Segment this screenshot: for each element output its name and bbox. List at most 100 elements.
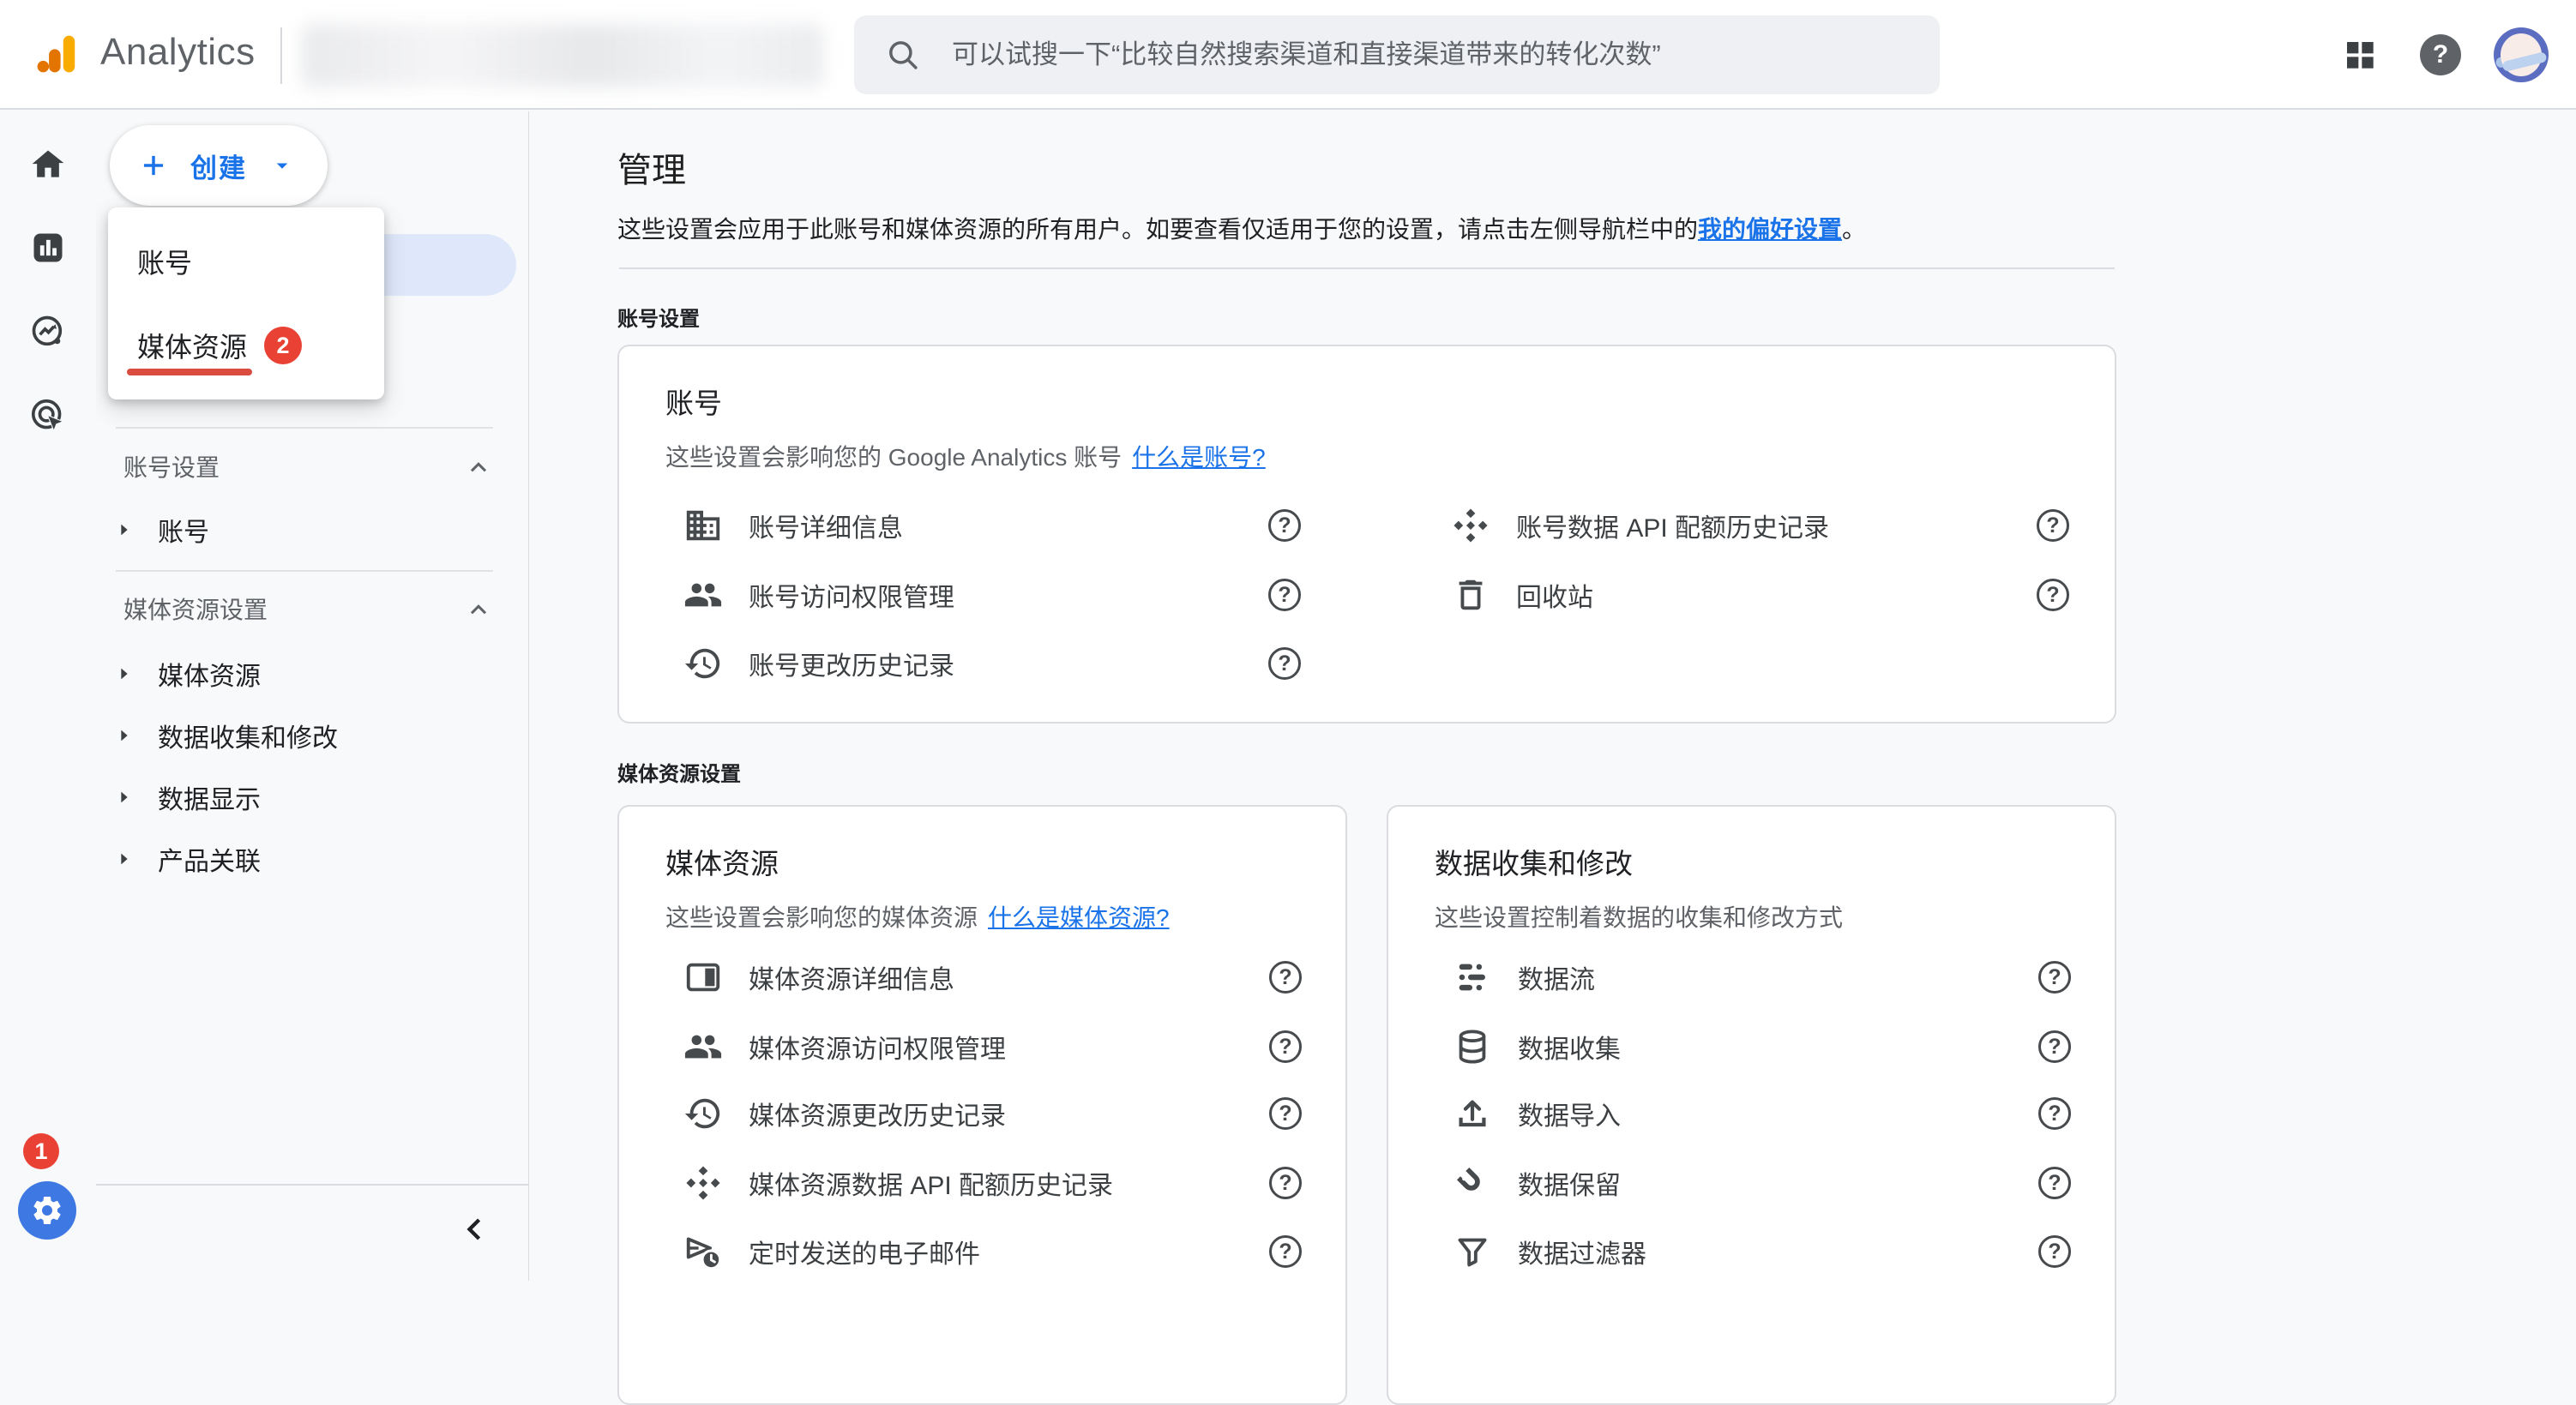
sidebar-item-product-links[interactable]: 产品关联 [96,835,528,883]
advertising-icon[interactable] [29,397,67,435]
admin-link-property-access[interactable]: 媒体资源访问权限管理 [683,1021,1006,1072]
google-apps-grid-icon[interactable] [2343,38,2377,72]
admin-link-data-filters[interactable]: 数据过滤器 [1453,1226,1646,1277]
help-icon[interactable] [1269,1167,1302,1199]
sidebar-item-property[interactable]: 媒体资源 [96,650,528,698]
triangle-right-icon[interactable] [115,726,134,745]
explore-icon[interactable] [29,313,67,351]
admin-link-label: 媒体资源更改历史记录 [749,1095,1006,1132]
help-icon[interactable] [1269,1235,1302,1268]
help-icon[interactable] [2038,1030,2071,1063]
property-card-description: 这些设置会影响您的媒体资源什么是媒体资源? [665,899,1170,934]
reports-icon[interactable] [29,229,67,267]
magnet-icon [1453,1163,1492,1203]
create-menu: 账号 媒体资源 2 [108,207,384,399]
triangle-right-icon[interactable] [115,664,134,683]
admin-link-label: 数据导入 [1518,1095,1621,1132]
sidebar-item-data-collection[interactable]: 数据收集和修改 [96,712,528,760]
admin-link-data-import[interactable]: 数据导入 [1453,1088,1621,1139]
admin-link-account-api-quota[interactable]: 账号数据 API 配额历史记录 [1451,500,1829,551]
domain-icon [683,506,723,545]
help-icon[interactable] [2038,1167,2071,1199]
sidebar-item-label: 产品关联 [158,840,261,878]
my-preferences-link[interactable]: 我的偏好设置 [1698,216,1842,243]
page-description-text: 这些设置会应用于此账号和媒体资源的所有用户。如要查看仅适用于您的设置，请点击左侧… [617,216,1698,243]
admin-link-data-collection[interactable]: 数据收集 [1453,1021,1621,1072]
admin-link-label: 媒体资源数据 API 配额历史记录 [749,1164,1113,1202]
property-settings-label: 媒体资源设置 [617,757,741,787]
group-icon [683,1027,723,1066]
what-is-property-link[interactable]: 什么是媒体资源? [988,904,1170,931]
admin-link-data-retention[interactable]: 数据保留 [1453,1157,1621,1209]
sidebar-item-account[interactable]: 账号 [96,506,528,554]
create-button[interactable]: 创建 [110,125,328,206]
global-search[interactable] [854,15,1940,94]
nav-section-account-settings: 账号设置 [123,444,220,492]
nav-section-property-settings: 媒体资源设置 [123,586,268,634]
admin-link-scheduled-emails[interactable]: 定时发送的电子邮件 [683,1226,980,1277]
plus-icon [137,149,170,182]
help-icon[interactable] [2038,1235,2071,1268]
web-asset-icon [683,958,723,997]
admin-link-account-details[interactable]: 账号详细信息 [683,500,903,551]
chevron-up-icon[interactable] [465,597,492,624]
top-app-bar: Analytics [0,0,2576,110]
account-card: 账号 这些设置会影响您的 Google Analytics 账号什么是账号? 账… [617,345,2116,724]
help-icon[interactable] [1269,961,1302,994]
create-account-label: 账号 [137,242,192,281]
search-icon [885,37,921,73]
home-icon[interactable] [29,146,67,183]
triangle-right-icon[interactable] [115,850,134,868]
admin-link-account-access[interactable]: 账号访问权限管理 [683,569,954,621]
create-menu-item-account[interactable]: 账号 [137,242,192,281]
database-icon [1453,1027,1492,1066]
nav-divider [96,1184,528,1186]
admin-link-account-change-history[interactable]: 账号更改历史记录 [683,638,954,689]
help-icon[interactable] [1269,1030,1302,1063]
history-icon [683,1094,723,1133]
admin-link-label: 媒体资源访问权限管理 [749,1028,1006,1066]
google-analytics-logo-icon [34,31,81,77]
what-is-account-link[interactable]: 什么是账号? [1132,444,1266,471]
user-avatar[interactable] [2494,27,2549,82]
admin-link-property-details[interactable]: 媒体资源详细信息 [683,952,954,1003]
help-icon[interactable] [2038,961,2071,994]
product-name: Analytics [100,31,256,74]
chevron-up-icon[interactable] [465,454,492,482]
help-icon[interactable] [2037,509,2069,542]
triangle-right-icon[interactable] [115,520,134,539]
data-collection-card: 数据收集和修改 这些设置控制着数据的收集和修改方式 数据流 [1387,805,2116,1405]
help-icon[interactable] [2037,579,2069,611]
admin-nav-panel: 创建 账号 媒体资源 2 账号设置 账号 媒体资源设置 媒体资源 [96,111,529,1281]
admin-link-label: 定时发送的电子邮件 [749,1233,980,1270]
upload-icon [1453,1094,1492,1133]
help-icon[interactable] [1268,647,1301,680]
page-description-period: 。 [1842,216,1866,243]
admin-link-property-change-history[interactable]: 媒体资源更改历史记录 [683,1088,1006,1139]
help-icon[interactable] [1269,1097,1302,1130]
admin-link-label: 数据流 [1518,958,1595,996]
search-input[interactable] [952,39,1909,70]
sidebar-item-label: 数据收集和修改 [158,717,338,754]
help-icon[interactable] [2038,1097,2071,1130]
admin-link-data-streams[interactable]: 数据流 [1453,952,1595,1003]
help-icon[interactable] [1268,579,1301,611]
admin-link-property-api-quota[interactable]: 媒体资源数据 API 配额历史记录 [683,1157,1113,1209]
trash-icon [1451,575,1490,615]
notification-badge: 1 [23,1133,59,1169]
triangle-right-icon[interactable] [115,788,134,807]
help-icon[interactable] [1268,509,1301,542]
data-card-title: 数据收集和修改 [1435,841,1633,882]
create-menu-item-property[interactable]: 媒体资源 2 [137,326,302,365]
collapse-panel-icon[interactable] [456,1210,494,1248]
admin-link-label: 账号详细信息 [749,507,903,544]
sidebar-item-data-display[interactable]: 数据显示 [96,773,528,821]
help-icon[interactable] [2420,34,2461,75]
admin-link-label: 账号数据 API 配额历史记录 [1516,507,1829,544]
property-card: 媒体资源 这些设置会影响您的媒体资源什么是媒体资源? 媒体资源详细信息 媒体资源… [617,805,1347,1405]
main-content: 管理 这些设置会应用于此账号和媒体资源的所有用户。如要查看仅适用于您的设置，请点… [529,111,2576,1281]
sidebar-item-label: 媒体资源 [158,655,261,693]
admin-link-trash-can[interactable]: 回收站 [1451,569,1593,621]
property-card-title: 媒体资源 [665,841,779,882]
admin-gear-icon[interactable] [18,1181,76,1240]
